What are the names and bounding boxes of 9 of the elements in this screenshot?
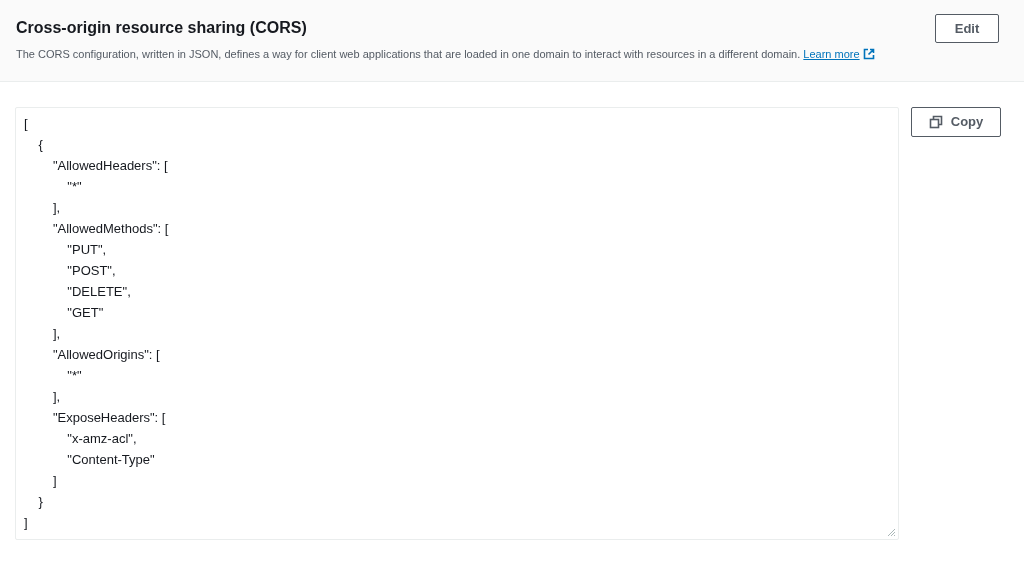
copy-button[interactable]: Copy <box>911 107 1001 137</box>
copy-icon <box>928 115 943 129</box>
edit-button[interactable]: Edit <box>935 14 999 43</box>
section-description: The CORS configuration, written in JSON, defines a way for client web applications that are loaded in one domain to interact with resources in a different domain. Learn more <box>16 47 875 61</box>
code-editor[interactable]: [ { "AllowedHeaders": [ "*" ], "AllowedMethods": [ "PUT", "POST", "DELETE", "GET" ], "AllowedOrigins": [ "*" ], "ExposeHeaders": [ "x-amz-acl", "Content-Type" ] } ] <box>15 107 899 540</box>
learn-more-link[interactable]: Learn more <box>803 47 875 61</box>
section-title: Cross-origin resource sharing (CORS) <box>16 18 308 38</box>
external-link-icon <box>862 48 875 60</box>
resize-handle-icon[interactable] <box>886 527 896 537</box>
